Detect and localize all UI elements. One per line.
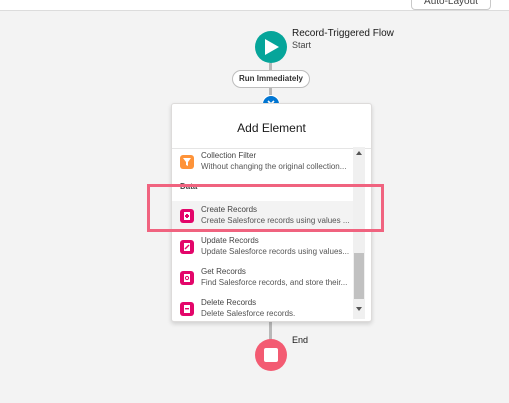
- list-item-get-records[interactable]: Get Records Find Salesforce records, and…: [172, 263, 353, 294]
- item-title: Collection Filter: [201, 151, 257, 160]
- panel-title: Add Element: [172, 104, 371, 149]
- item-description: Find Salesforce records, and store their…: [201, 278, 348, 287]
- item-description: Delete Salesforce records.: [201, 309, 296, 318]
- top-toolbar: Auto-Layout: [0, 0, 509, 11]
- item-description: Update Salesforce records using values..…: [201, 247, 350, 256]
- end-label: End: [292, 335, 309, 345]
- item-title: Update Records: [201, 236, 259, 245]
- end-node[interactable]: [255, 339, 287, 371]
- update-records-icon: [180, 240, 194, 254]
- auto-layout-button[interactable]: Auto-Layout: [411, 0, 491, 10]
- list-item-collection-filter[interactable]: Collection Filter Without changing the o…: [172, 148, 353, 178]
- start-subtitle: Start: [292, 40, 312, 50]
- stop-icon: [264, 348, 278, 362]
- scroll-thumb[interactable]: [354, 253, 364, 299]
- item-description: Without changing the original collection…: [201, 162, 347, 171]
- scroll-up-arrow-icon[interactable]: [356, 151, 362, 155]
- item-title: Get Records: [201, 267, 246, 276]
- element-list: Collection Filter Without changing the o…: [172, 148, 353, 321]
- highlight-box: [147, 184, 384, 232]
- connector-line: [269, 320, 272, 340]
- get-records-icon: [180, 271, 194, 285]
- scroll-down-arrow-icon[interactable]: [356, 307, 362, 311]
- start-node[interactable]: [255, 31, 287, 63]
- list-item-delete-records[interactable]: Delete Records Delete Salesforce records…: [172, 294, 353, 321]
- filter-icon: [180, 155, 194, 169]
- start-title: Record-Triggered Flow: [292, 28, 394, 39]
- list-scrollbar[interactable]: [353, 147, 365, 319]
- list-item-update-records[interactable]: Update Records Update Salesforce records…: [172, 232, 353, 263]
- item-title: Delete Records: [201, 298, 257, 307]
- run-immediately-pill[interactable]: Run Immediately: [232, 70, 310, 88]
- play-icon: [265, 39, 279, 55]
- delete-records-icon: [180, 302, 194, 316]
